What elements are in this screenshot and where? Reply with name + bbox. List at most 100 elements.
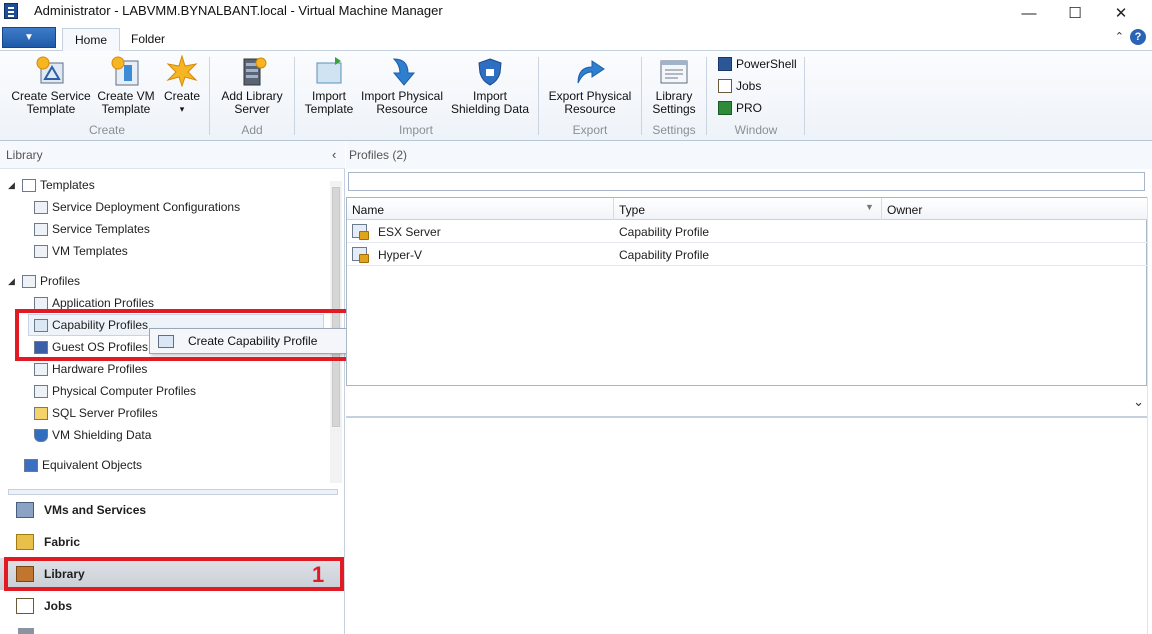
wunderbar-label: Fabric (44, 535, 81, 549)
group-separator (294, 57, 295, 135)
physical-computer-profile-icon (34, 384, 48, 398)
sql-server-profile-icon (34, 406, 48, 420)
export-physical-resource-button[interactable]: Export Physical Resource (546, 55, 634, 116)
add-library-server-button[interactable]: Add Library Server (214, 55, 290, 116)
capability-profile-icon (352, 247, 369, 263)
maximize-button[interactable]: ☐ (1052, 0, 1098, 26)
close-button[interactable]: ✕ (1098, 0, 1144, 26)
vm-template-icon (110, 55, 142, 87)
ribbon: Create Service Template Create VM Templa… (0, 51, 1152, 141)
column-header-type[interactable]: Type (614, 198, 882, 220)
shield-icon (34, 428, 48, 442)
annotation-highlight-1 (4, 557, 344, 591)
group-label-export: Export (572, 123, 608, 137)
capability-profile-icon (352, 224, 369, 240)
tab-home[interactable]: Home (62, 28, 121, 51)
table-row[interactable]: Hyper-V Capability Profile (347, 243, 1147, 266)
expand-collapse-icon[interactable]: ◢ (8, 180, 18, 191)
export-arrow-icon (574, 55, 606, 87)
button-label: Jobs (736, 79, 762, 93)
collapse-pane-icon[interactable]: ‹ (332, 147, 336, 162)
import-physical-resource-button[interactable]: Import Physical Resource (358, 55, 446, 116)
button-label: Template (101, 102, 151, 116)
vms-and-services-icon (16, 502, 34, 518)
annotation-number-1: 1 (312, 562, 325, 587)
help-icon[interactable]: ? (1130, 29, 1146, 45)
tab-folder[interactable]: Folder (119, 28, 177, 51)
wunderbar-fabric[interactable]: Fabric (0, 526, 345, 558)
group-label-settings: Settings (652, 123, 696, 137)
equivalent-objects-icon (24, 458, 38, 472)
table-row[interactable]: ESX Server Capability Profile (347, 220, 1147, 243)
tree-item-vm-templates[interactable]: VM Templates (34, 240, 128, 262)
dropdown-arrow: ▾ (179, 104, 185, 114)
import-template-button[interactable]: Import Template (300, 55, 358, 116)
button-label: Resource (564, 102, 616, 116)
right-edge (1147, 197, 1152, 634)
tree-item-vm-shielding-data[interactable]: VM Shielding Data (34, 424, 151, 446)
tree-item-service-deployment[interactable]: Service Deployment Configurations (34, 196, 240, 218)
tree-item-equivalent-objects[interactable]: Equivalent Objects (24, 454, 142, 476)
create-vm-template-button[interactable]: Create VM Template (94, 55, 158, 116)
tree-item-label: Service Templates (52, 222, 150, 236)
wunderbar-jobs[interactable]: Jobs (0, 590, 345, 622)
button-label: Server (234, 102, 270, 116)
wunderbar-vms-and-services[interactable]: VMs and Services (0, 494, 345, 526)
service-deployment-icon (34, 200, 48, 214)
starburst-icon (166, 54, 198, 88)
vm-template-icon (34, 244, 48, 258)
button-label: PowerShell (736, 57, 797, 71)
app-icon (4, 3, 18, 19)
tree-item-templates[interactable]: ◢ Templates (8, 174, 95, 196)
import-arrow-icon (386, 55, 418, 87)
details-pane-bar: ⌄ (346, 386, 1152, 418)
cell-name: ESX Server (378, 225, 441, 239)
grid-header: Name Type ▼ Owner (347, 198, 1147, 220)
group-separator (641, 57, 642, 135)
pro-button[interactable]: PRO (718, 101, 762, 115)
powershell-button[interactable]: PowerShell (718, 57, 797, 71)
fabric-icon (16, 534, 34, 550)
wunderbar-label: Jobs (44, 599, 73, 613)
tree-item-label: Templates (40, 178, 95, 192)
file-menu-button[interactable]: ▼ (2, 27, 56, 48)
minimize-button[interactable]: — (1006, 0, 1052, 26)
group-label-add: Add (241, 123, 263, 137)
scrollbar-thumb[interactable] (332, 187, 340, 427)
create-service-template-button[interactable]: Create Service Template (10, 55, 92, 116)
column-header-owner[interactable]: Owner (882, 198, 1147, 220)
service-template-icon (34, 222, 48, 236)
application-profile-icon (34, 296, 48, 310)
expand-collapse-icon[interactable]: ◢ (8, 276, 18, 287)
cell-name: Hyper-V (378, 248, 423, 262)
group-label-import: Import (398, 123, 433, 137)
annotation-highlight-2 (15, 309, 379, 361)
button-label: Create (163, 89, 201, 103)
chevron-down-icon[interactable]: ⌄ (1133, 394, 1144, 410)
tree-item-label: SQL Server Profiles (52, 406, 158, 420)
profiles-grid: Name Type ▼ Owner ESX Server Capability … (346, 197, 1147, 386)
tree-item-hardware-profiles[interactable]: Hardware Profiles (34, 358, 147, 380)
jobs-icon (16, 598, 34, 614)
tree-item-sql-server-profiles[interactable]: SQL Server Profiles (34, 402, 158, 424)
tree-item-profiles[interactable]: ◢ Profiles (8, 270, 80, 292)
button-label: Settings (652, 102, 696, 116)
collapse-ribbon-icon[interactable]: ⌃ (1115, 30, 1124, 43)
tree-item-physical-computer-profiles[interactable]: Physical Computer Profiles (34, 380, 196, 402)
tree-item-service-templates[interactable]: Service Templates (34, 218, 150, 240)
search-input[interactable] (348, 172, 1145, 191)
jobs-button[interactable]: Jobs (718, 79, 761, 93)
import-shielding-data-button[interactable]: Import Shielding Data (448, 55, 532, 116)
button-label: Template (304, 102, 354, 116)
import-template-icon (313, 55, 345, 87)
tree-item-label: Profiles (40, 274, 81, 288)
wunderbar-more-icon (18, 628, 34, 634)
column-filter-icon[interactable]: ▼ (865, 202, 874, 212)
settings-window-icon (658, 55, 690, 87)
profiles-icon (22, 274, 36, 288)
library-settings-button[interactable]: Library Settings (646, 55, 702, 116)
column-header-name[interactable]: Name (347, 198, 614, 220)
service-template-icon (35, 55, 67, 87)
create-dropdown-button[interactable]: Create ▾ (160, 54, 204, 116)
pro-icon (718, 101, 732, 115)
